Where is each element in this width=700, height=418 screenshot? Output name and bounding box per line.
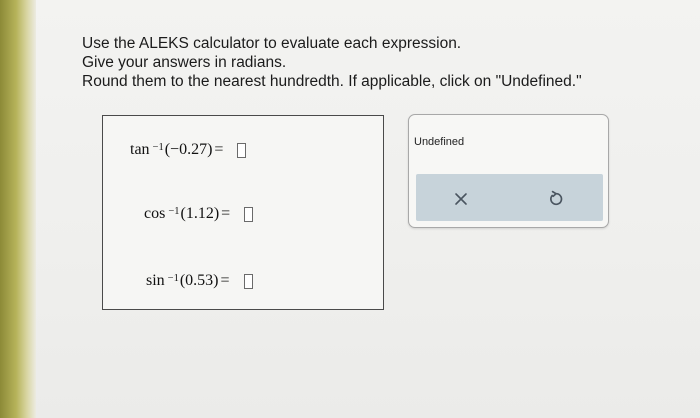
instruction-line-2: Give your answers in radians. xyxy=(82,54,287,71)
inverse-exponent: −1 xyxy=(152,141,164,153)
undo-button[interactable] xyxy=(541,184,571,214)
clear-button[interactable] xyxy=(446,184,476,214)
answer-input-tan[interactable] xyxy=(237,142,247,158)
x-icon xyxy=(455,193,467,205)
equals-sign: = xyxy=(214,141,224,158)
equals-sign: = xyxy=(220,272,230,289)
equals-sign: = xyxy=(221,205,231,222)
expression-row-tan: tan −1 (−0.27) = xyxy=(130,141,247,159)
undo-icon xyxy=(550,190,563,206)
function-name: sin xyxy=(146,272,165,289)
answer-input-cos[interactable] xyxy=(244,206,254,222)
expression-row-cos: cos −1 (1.12) = xyxy=(144,205,254,223)
instruction-line-3: Round them to the nearest hundredth. If … xyxy=(82,73,582,90)
action-bar xyxy=(416,174,603,221)
inverse-exponent: −1 xyxy=(167,272,179,284)
instruction-line-1: Use the ALEKS calculator to evaluate eac… xyxy=(82,35,462,52)
inverse-exponent: −1 xyxy=(168,205,180,217)
function-argument: (1.12) xyxy=(180,205,220,222)
undefined-button[interactable]: Undefined xyxy=(414,136,464,148)
instructions: Use the ALEKS calculator to evaluate eac… xyxy=(82,34,682,91)
function-name: tan xyxy=(130,141,150,158)
function-name: cos xyxy=(144,205,166,222)
function-argument: (0.53) xyxy=(179,272,219,289)
expression-row-sin: sin −1 (0.53) = xyxy=(146,272,253,290)
function-argument: (−0.27) xyxy=(164,141,213,158)
answer-input-sin[interactable] xyxy=(243,273,253,289)
screen-bezel xyxy=(0,0,36,418)
